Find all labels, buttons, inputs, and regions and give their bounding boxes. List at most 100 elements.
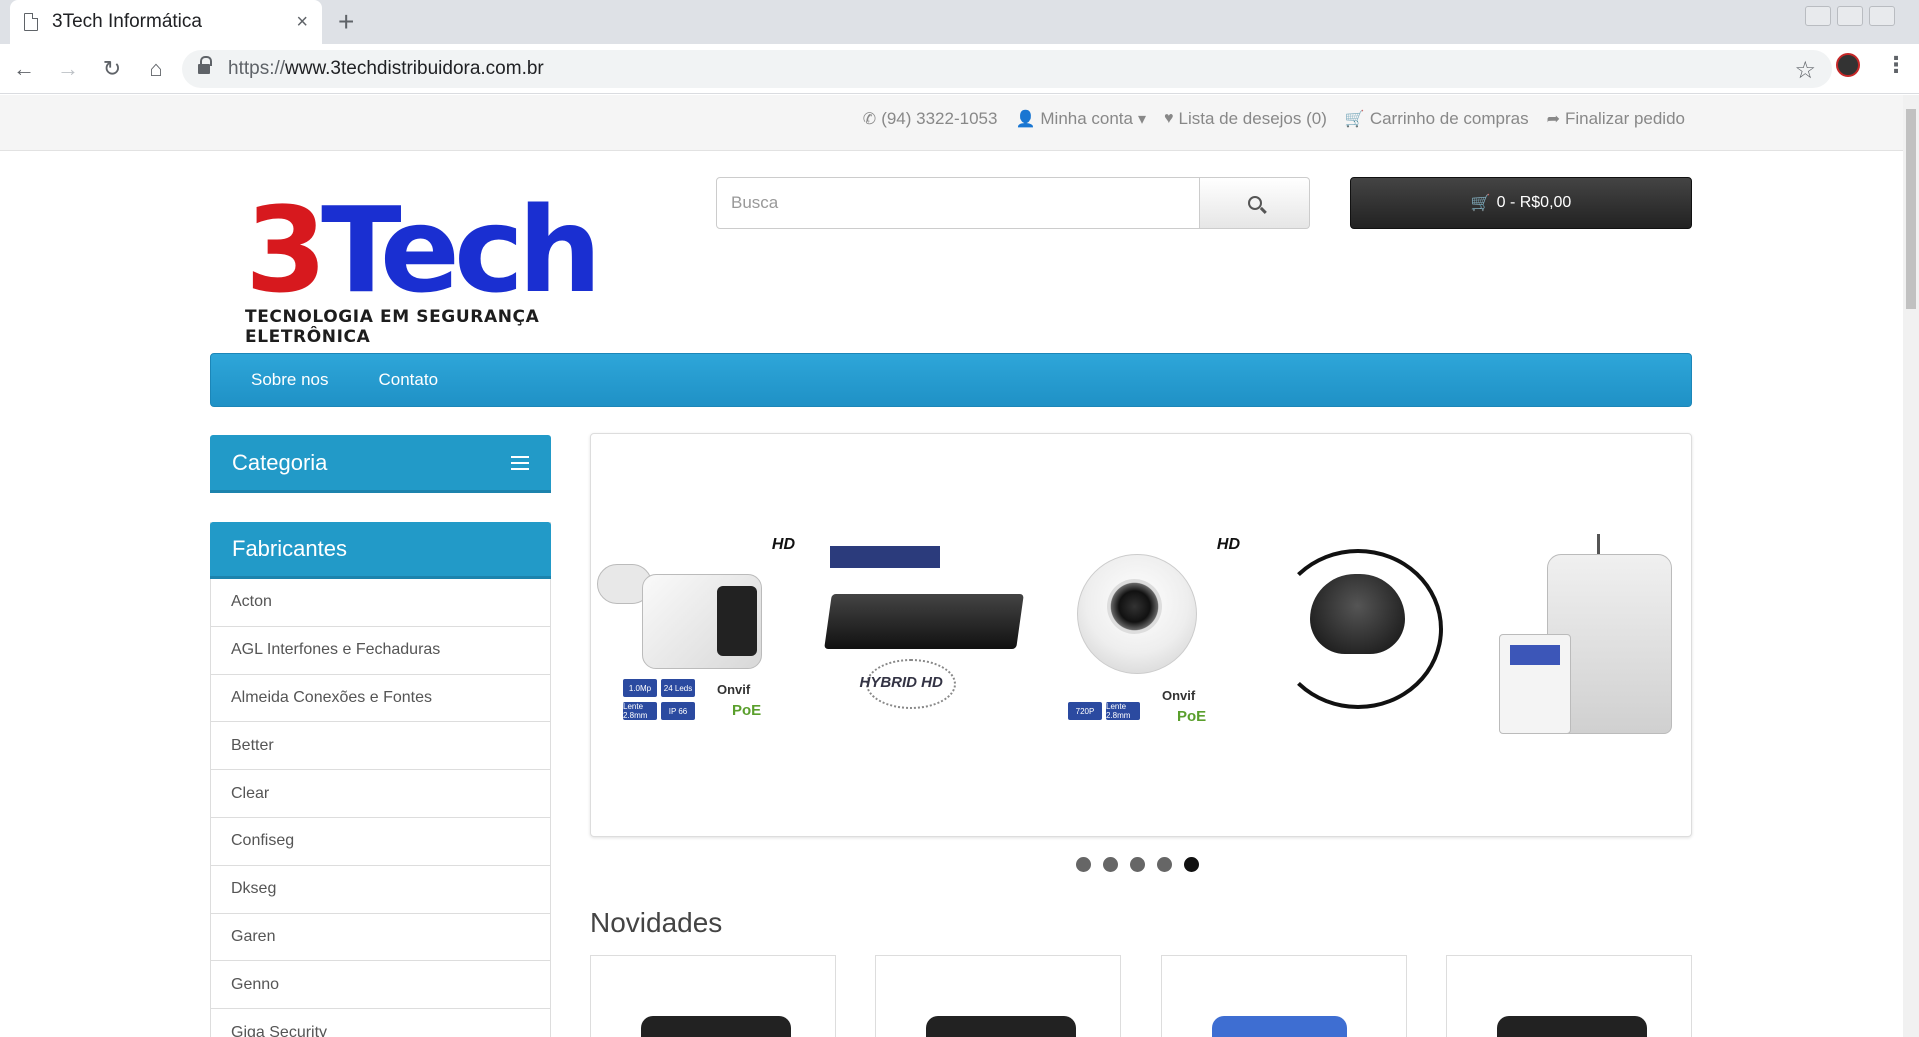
main-navigation: Sobre nos Contato: [210, 353, 1692, 407]
window-controls: [1805, 6, 1895, 26]
web-page: ✆ (94) 3322-1053 👤 Minha conta ▾ ♥ Lista de …: [0, 95, 1903, 1037]
category-menu-button[interactable]: Categoria: [210, 435, 551, 493]
manufacturer-item[interactable]: Better: [211, 722, 550, 771]
dome-lens: [1107, 579, 1162, 634]
browser-tabstrip: 3Tech Informática × +: [0, 0, 1919, 44]
product-card[interactable]: [590, 955, 836, 1037]
spec-badge: 1.0Mp: [623, 679, 657, 697]
spec-badge: Lente 2.8mm: [623, 702, 657, 720]
hd-badge: HD: [1216, 536, 1240, 553]
minimize-button[interactable]: [1805, 6, 1831, 26]
product-card[interactable]: [1445, 955, 1692, 1037]
phone-icon: ✆: [862, 111, 877, 128]
cart-button[interactable]: 🛒 0 - R$0,00: [1350, 177, 1692, 229]
url-text[interactable]: https://www.3techdistribuidora.com.br: [228, 58, 544, 80]
manufacturer-item[interactable]: Acton: [211, 579, 550, 627]
poe-logo: PoE: [732, 702, 762, 719]
document-icon: [24, 13, 38, 31]
onvif-logo: Onvif: [1162, 688, 1196, 703]
microphone-image: [1265, 534, 1465, 744]
search-input[interactable]: [716, 177, 1200, 229]
product-grid: [590, 955, 1692, 1037]
home-icon[interactable]: ⌂: [136, 49, 176, 89]
nav-item-sobre-nos[interactable]: Sobre nos: [241, 370, 339, 390]
carousel-dot[interactable]: [1076, 857, 1091, 872]
search-button[interactable]: [1200, 177, 1310, 229]
page-scrollbar[interactable]: [1903, 95, 1919, 1037]
carousel-dot[interactable]: [1103, 857, 1118, 872]
manufacturer-item[interactable]: Genno: [211, 961, 550, 1010]
alarm-panel-image: [1487, 534, 1687, 744]
product-image: [1211, 1016, 1347, 1037]
manufacturer-item[interactable]: AGL Interfones e Fechaduras: [211, 627, 550, 675]
close-window-button[interactable]: [1869, 6, 1895, 26]
account-text: Minha conta: [1040, 109, 1133, 128]
tab-close-icon[interactable]: ×: [296, 11, 308, 34]
logo-wordmark: 3Tech: [245, 191, 665, 309]
top-links: ✆ (94) 3322-1053 👤 Minha conta ▾ ♥ Lista de …: [863, 109, 1685, 129]
account-link[interactable]: 👤 Minha conta ▾: [1015, 109, 1146, 129]
wishlist-link[interactable]: ♥ Lista de desejos (0): [1164, 109, 1327, 129]
product-image: [926, 1016, 1077, 1037]
cart-total: 0 - R$0,00: [1496, 194, 1572, 211]
banner-carousel[interactable]: HD 1.0Mp 24 Leds Lente 2.8mm IP 66 Onvif…: [590, 433, 1692, 837]
nav-item-contato[interactable]: Contato: [369, 370, 449, 390]
bookmark-star-icon[interactable]: ☆: [1794, 56, 1816, 85]
manufacturer-item[interactable]: Giga Security: [211, 1009, 550, 1037]
logo-three: 3: [245, 181, 327, 319]
microphone-body: [1309, 574, 1405, 654]
top-links-bar: ✆ (94) 3322-1053 👤 Minha conta ▾ ♥ Lista de …: [0, 95, 1903, 151]
carousel-dot[interactable]: [1130, 857, 1145, 872]
phone-link[interactable]: ✆ (94) 3322-1053: [863, 109, 998, 129]
camera-lens: [717, 586, 757, 656]
extension-icon[interactable]: [1836, 53, 1860, 77]
manufacturers-title: Fabricantes: [210, 522, 551, 579]
url-host: www.3techdistribuidora.com.br: [285, 58, 544, 79]
product-image: [1496, 1016, 1647, 1037]
banner-slide[interactable]: HD 1.0Mp 24 Leds Lente 2.8mm IP 66 Onvif…: [597, 534, 1687, 744]
manufacturer-item[interactable]: Dkseg: [211, 866, 550, 914]
manufacturer-item[interactable]: Confiseg: [211, 818, 550, 866]
forward-icon[interactable]: →: [48, 49, 88, 89]
manufacturer-item[interactable]: Garen: [211, 914, 550, 962]
reload-icon[interactable]: ↻: [92, 49, 132, 89]
cart-icon: 🛒: [1470, 195, 1491, 212]
site-logo[interactable]: 3Tech TECNOLOGIA EM SEGURANÇA ELETRÔNICA: [245, 191, 665, 347]
hybrid-logo: HYBRID HD: [859, 674, 943, 691]
hd-badge: HD: [771, 536, 795, 553]
browser-tab[interactable]: 3Tech Informática ×: [10, 0, 322, 44]
onvif-logo: Onvif: [717, 682, 751, 697]
browser-menu-icon[interactable]: ⋮: [1885, 52, 1907, 78]
back-icon[interactable]: ←: [4, 49, 44, 89]
product-card[interactable]: [1160, 955, 1407, 1037]
bullet-camera-image: HD 1.0Mp 24 Leds Lente 2.8mm IP 66 Onvif…: [597, 534, 797, 744]
manufacturer-item[interactable]: Almeida Conexões e Fontes: [211, 675, 550, 723]
lock-icon[interactable]: [198, 56, 212, 76]
keypad-screen: [1510, 645, 1560, 665]
address-bar[interactable]: https://www.3techdistribuidora.com.br ☆: [182, 50, 1832, 88]
scrollbar-thumb[interactable]: [1906, 109, 1916, 309]
new-tab-button[interactable]: +: [338, 6, 354, 38]
manufacturer-item[interactable]: Clear: [211, 770, 550, 818]
poe-logo: PoE: [1177, 708, 1207, 725]
dome-camera-image: HD 720P Lente 2.8mm Onvif PoE: [1042, 534, 1242, 744]
spec-badge: 720P: [1068, 702, 1102, 720]
dvr-label: [829, 546, 940, 568]
cart-text: Carrinho de compras: [1369, 109, 1529, 128]
cart-icon: 🛒: [1344, 111, 1365, 128]
restore-button[interactable]: [1837, 6, 1863, 26]
phone-text: (94) 3322-1053: [881, 109, 998, 128]
hamburger-icon: [511, 455, 529, 470]
url-scheme: https://: [228, 58, 286, 79]
carousel-dot-active[interactable]: [1184, 857, 1199, 872]
share-icon: ➦: [1546, 111, 1560, 128]
carousel-dot[interactable]: [1157, 857, 1172, 872]
cart-link[interactable]: 🛒 Carrinho de compras: [1345, 109, 1529, 129]
alarm-keypad: [1499, 634, 1571, 734]
logo-tech: Tech: [321, 181, 602, 319]
heart-icon: ♥: [1164, 110, 1174, 127]
checkout-link[interactable]: ➦ Finalizar pedido: [1547, 109, 1685, 129]
caret-down-icon: ▾: [1138, 111, 1147, 128]
product-card[interactable]: [875, 955, 1122, 1037]
spec-badge: Lente 2.8mm: [1106, 702, 1140, 720]
